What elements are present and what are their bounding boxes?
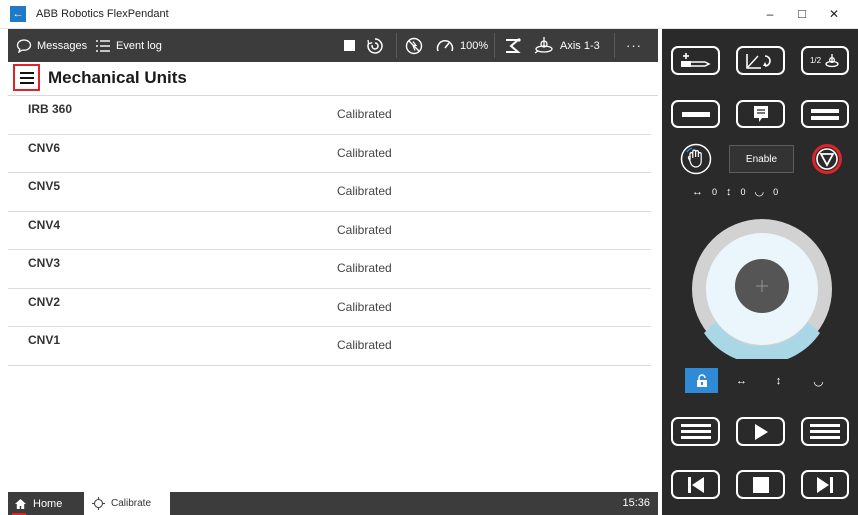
list-icon [96, 39, 110, 52]
clock: 15:36 [622, 497, 650, 509]
unit-status: Calibrated [337, 145, 392, 160]
jog-tool-button[interactable] [671, 46, 720, 75]
speedometer-icon [436, 39, 454, 51]
increment-button[interactable]: 1/2 [801, 46, 849, 75]
lock-toggle[interactable] [685, 368, 718, 393]
calibrate-label: Calibrate [111, 498, 152, 509]
fraction-label: 1/2 [809, 55, 822, 65]
readout-z: 0 [773, 186, 779, 197]
unit-status: Calibrated [337, 338, 392, 352]
list-item[interactable]: CNV6 Calibrated [8, 135, 651, 173]
minus-button[interactable] [671, 100, 720, 128]
stop-icon [752, 476, 769, 493]
calibrate-icon [92, 497, 105, 510]
minimize-button[interactable]: – [756, 4, 784, 24]
list-item[interactable]: CNV3 Calibrated [8, 250, 651, 289]
unit-name: CNV3 [28, 256, 61, 270]
hamburger-menu-icon[interactable] [13, 64, 40, 91]
vertical-arrow-icon: ↕ [726, 185, 732, 198]
speed-value: 100% [460, 39, 489, 52]
joystick[interactable] [692, 219, 832, 359]
horizontal-axis-tab[interactable]: ↔ [725, 368, 758, 393]
unit-name: CNV2 [28, 294, 61, 309]
note-icon [753, 106, 768, 122]
unit-status: Calibrated [337, 107, 392, 121]
axis-jog-icon [534, 36, 553, 54]
coordinate-system-button[interactable] [736, 46, 785, 75]
rotate-arrow-icon: ◡ [754, 186, 765, 198]
play-button[interactable] [736, 417, 785, 446]
toolbar-separator [494, 33, 495, 58]
list-item[interactable]: CNV5 Calibrated [8, 173, 651, 212]
emergency-stop-icon[interactable] [810, 142, 844, 176]
unit-status: Calibrated [337, 261, 392, 275]
readout-x: 0 [712, 186, 718, 197]
list-item[interactable]: CNV4 Calibrated [8, 212, 651, 250]
bottom-taskbar: Home Calibrate 15:36 [8, 492, 658, 515]
unit-name: IRB 360 [28, 102, 73, 116]
toolbar-separator [614, 33, 615, 58]
enable-button[interactable]: Enable [729, 145, 794, 173]
control-panel: 1/2 Enable ↔ 0 ↕ 0 ◡ 0 ↔ ↕ ◡ [662, 29, 858, 515]
skip-back-icon [687, 476, 704, 493]
top-toolbar: Messages Event log 100% Axis 1-3 ··· [8, 29, 658, 62]
event-log-button[interactable]: Event log [95, 29, 162, 62]
tool-jog-icon [680, 52, 711, 67]
readout-y: 0 [740, 186, 746, 197]
axis-label: Axis 1-3 [560, 39, 600, 52]
stop-button[interactable] [736, 470, 785, 499]
maximize-button[interactable]: □ [788, 4, 816, 24]
toolbar-separator [396, 33, 397, 58]
list-item[interactable]: CNV1 Calibrated [8, 327, 651, 366]
list-item[interactable]: CNV2 Calibrated [8, 289, 651, 327]
unit-name: CNV6 [28, 140, 61, 155]
home-icon [15, 498, 26, 509]
unit-name: CNV5 [28, 179, 61, 193]
page-title: Mechanical Units [48, 68, 187, 87]
jog-readout: ↔ 0 ↕ 0 ◡ 0 [692, 185, 832, 199]
vertical-axis-tab[interactable]: ↕ [762, 368, 795, 393]
home-tab[interactable]: Home [8, 492, 80, 515]
play-icon [754, 423, 768, 440]
close-button[interactable]: ✕ [820, 4, 848, 24]
step-back-button[interactable] [671, 417, 720, 446]
robot-selector-icon[interactable] [503, 29, 523, 62]
previous-button[interactable] [671, 470, 720, 499]
unit-status: Calibrated [337, 184, 392, 198]
speed-button[interactable]: 100% [435, 29, 488, 62]
flexpendant-window: ← ABB Robotics FlexPendant – □ ✕ Message… [0, 0, 858, 515]
calibrate-tab[interactable]: Calibrate [84, 492, 170, 515]
motors-off-icon[interactable] [404, 29, 424, 62]
messages-button[interactable]: Messages [16, 29, 87, 62]
rotation-axis-tab[interactable]: ◡ [802, 368, 835, 393]
chat-bubble-icon [16, 38, 32, 53]
notes-button[interactable] [736, 100, 785, 128]
stop-state-icon[interactable] [344, 29, 355, 62]
skip-forward-icon [817, 476, 833, 493]
axis-button[interactable]: Axis 1-3 [533, 29, 600, 62]
step-forward-button[interactable] [801, 417, 849, 446]
unit-name: CNV4 [28, 217, 61, 232]
unit-name: CNV1 [28, 333, 61, 347]
unit-status: Calibrated [337, 299, 392, 314]
horizontal-arrow-icon: ↔ [692, 185, 703, 198]
window-title-bar: ← ABB Robotics FlexPendant – □ ✕ [0, 0, 858, 29]
page-header: Mechanical Units [8, 62, 658, 96]
hand-hold-to-run-icon[interactable] [680, 143, 712, 175]
axis-jog-icon [825, 53, 839, 67]
window-title: ABB Robotics FlexPendant [36, 8, 169, 20]
mechanical-units-list: IRB 360 Calibrated CNV6 Calibrated CNV5 … [8, 96, 658, 366]
event-log-label: Event log [116, 39, 162, 52]
run-mode-icon[interactable] [365, 29, 385, 62]
more-options-button[interactable]: ··· [626, 29, 642, 62]
equal-button[interactable] [801, 100, 849, 128]
messages-label: Messages [37, 39, 88, 52]
list-item[interactable]: IRB 360 Calibrated [8, 96, 651, 135]
home-label: Home [33, 497, 63, 510]
back-arrow-icon[interactable]: ← [10, 6, 26, 22]
unlock-icon [696, 374, 707, 387]
coordinate-icon [745, 53, 771, 69]
next-button[interactable] [801, 470, 849, 499]
unit-status: Calibrated [337, 222, 392, 237]
